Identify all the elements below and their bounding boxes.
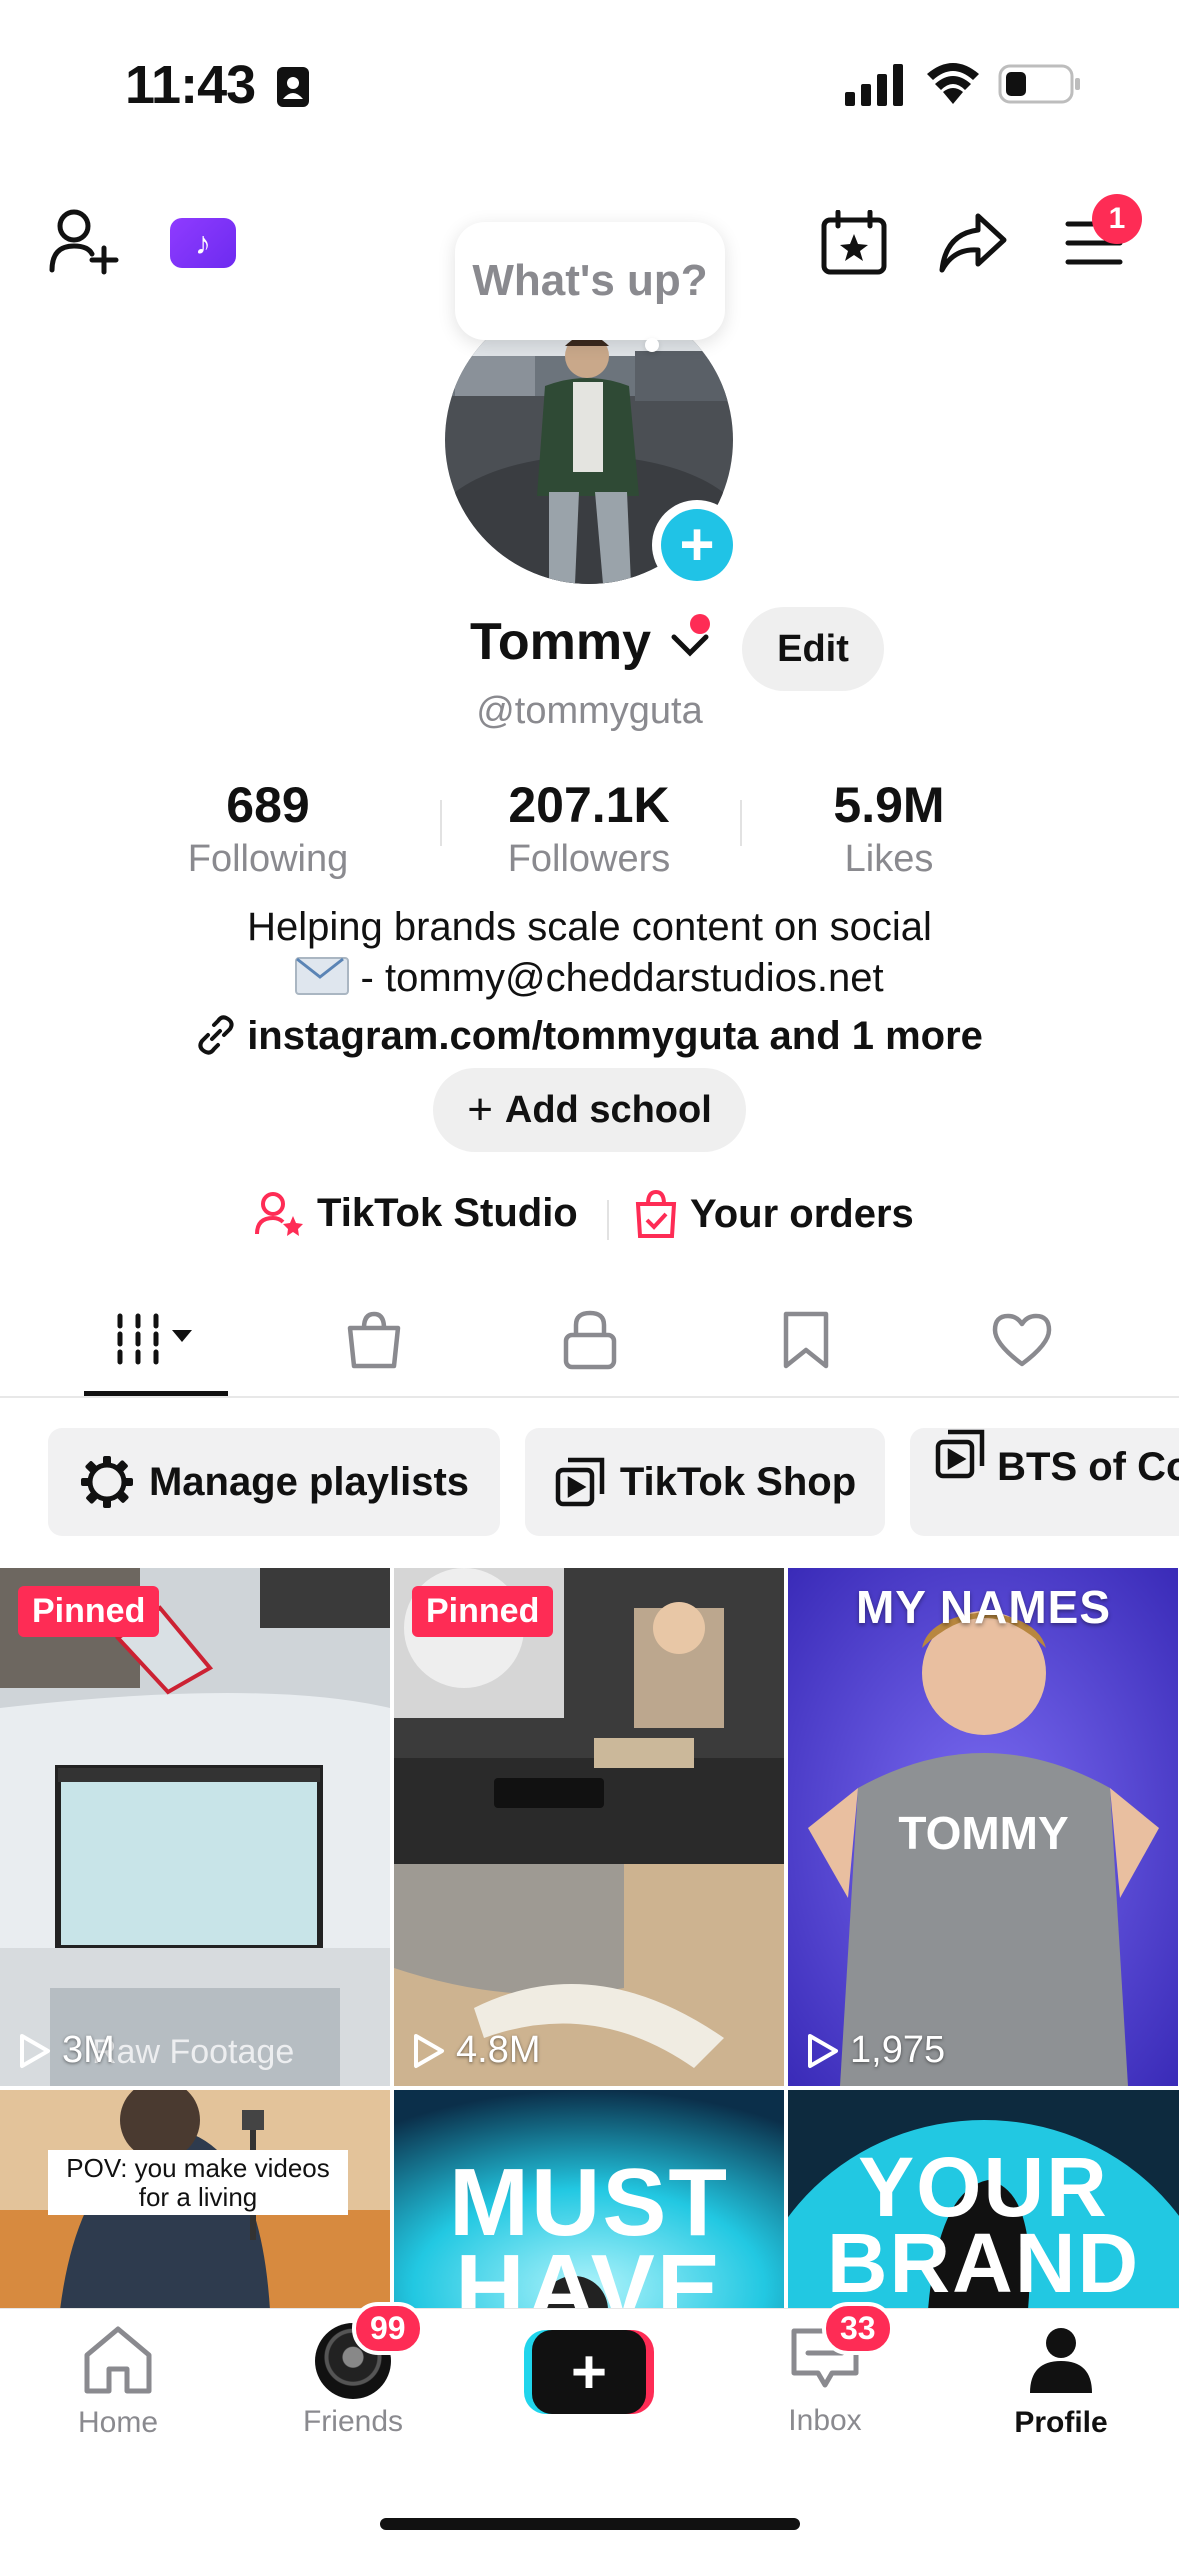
plus-icon: +	[467, 1085, 493, 1134]
contact-card-icon	[277, 67, 310, 107]
bio-email-line: - tommy@cheddarstudios.net	[0, 956, 1179, 1001]
manage-playlists-chip[interactable]: Manage playlists	[48, 1428, 500, 1536]
bubble-tail	[645, 338, 659, 352]
envelope-icon	[295, 957, 350, 995]
tab-videos[interactable]	[116, 1305, 196, 1375]
name-notification-dot	[690, 614, 710, 634]
thumbnail-shirt-text: TOMMY	[898, 1807, 1069, 1859]
profile-name[interactable]: Tommy	[470, 612, 710, 672]
tiktok-creator-badge[interactable]: ♪	[170, 218, 236, 268]
nav-profile[interactable]: Profile	[976, 2325, 1146, 2440]
stat-divider	[440, 800, 442, 846]
chevron-down-icon	[671, 634, 709, 657]
studio-icon	[255, 1192, 303, 1236]
link-icon	[198, 1015, 234, 1055]
bio-link[interactable]: instagram.com/tommyguta and 1 more	[0, 1014, 1179, 1059]
plus-icon: +	[661, 509, 733, 581]
playlist-icon	[555, 1457, 605, 1507]
friends-count-badge: 99	[352, 2302, 424, 2355]
video-thumbnail[interactable]: YOUR BRAND	[788, 2090, 1179, 2310]
stat-divider	[740, 800, 742, 846]
battery-icon	[998, 62, 1082, 111]
play-icon	[20, 2033, 50, 2068]
pinned-badge: Pinned	[18, 1586, 160, 1637]
stat-followers[interactable]: 207.1K Followers	[469, 776, 709, 881]
video-thumbnail[interactable]: MY NAMES TOMMY 1,975	[788, 1568, 1178, 2086]
tab-shop[interactable]	[334, 1305, 414, 1375]
bookmark-icon	[783, 1311, 829, 1369]
add-friend-icon[interactable]	[48, 206, 120, 281]
profile-icon	[1030, 2328, 1092, 2393]
whats-up-bubble[interactable]: What's up?	[455, 222, 725, 340]
stat-following[interactable]: 689 Following	[148, 776, 388, 881]
lock-icon	[563, 1310, 617, 1370]
calendar-star-icon[interactable]	[820, 209, 888, 281]
shopping-bag-icon	[347, 1311, 401, 1369]
thumbnail-title: MY NAMES	[855, 1581, 1112, 1633]
tab-private[interactable]	[550, 1305, 630, 1375]
your-orders-link[interactable]: Your orders	[634, 1190, 914, 1238]
thumbnail-image	[394, 1568, 784, 2086]
thumbnail-caption: POV: you make videos for a living	[48, 2150, 348, 2216]
thumbnail-title: YOUR BRAND	[826, 2140, 1141, 2310]
heart-icon	[992, 1313, 1052, 1367]
nav-home[interactable]: Home	[33, 2325, 203, 2440]
status-time: 11:43	[125, 54, 311, 116]
video-thumbnail[interactable]: MUST HAVE	[394, 2090, 784, 2310]
home-indicator	[380, 2518, 800, 2530]
username: @tommyguta	[476, 690, 703, 732]
stat-likes[interactable]: 5.9M Likes	[769, 776, 1009, 881]
video-thumbnail[interactable]: POV: you make videos for a living	[0, 2090, 390, 2310]
tab-liked[interactable]	[982, 1305, 1062, 1375]
create-button[interactable]: +	[524, 2330, 654, 2414]
row-divider	[607, 1200, 609, 1240]
video-thumbnail[interactable]: Pinned 4.8M	[394, 1568, 784, 2086]
view-count: 3M	[18, 2029, 115, 2072]
playlist-icon	[935, 1429, 985, 1479]
tiktok-studio-link[interactable]: TikTok Studio	[255, 1190, 578, 1236]
music-note-icon: ♪	[195, 224, 211, 261]
pinned-badge: Pinned	[412, 1586, 554, 1637]
thumbnail-title: MUST HAVE	[449, 2149, 729, 2310]
edit-profile-button[interactable]: Edit	[742, 607, 884, 691]
wifi-icon	[925, 60, 981, 111]
view-count: 1,975	[806, 2029, 945, 2072]
inbox-count-badge: 33	[822, 2302, 894, 2355]
playlist-chip[interactable]: BTS of Co	[910, 1428, 1179, 1536]
signal-icon	[845, 62, 907, 111]
add-story-button[interactable]: +	[652, 500, 742, 590]
menu-notification-badge: 1	[1092, 194, 1142, 244]
bio-line: Helping brands scale content on social	[247, 905, 932, 949]
gear-icon	[80, 1456, 133, 1508]
view-count: 4.8M	[412, 2029, 540, 2072]
play-icon	[414, 2033, 444, 2068]
tab-saved[interactable]	[766, 1305, 846, 1375]
play-icon	[808, 2033, 838, 2068]
video-thumbnail[interactable]: Pinned Raw Footage 3M	[0, 1568, 390, 2086]
plus-icon: +	[532, 2330, 646, 2414]
share-icon[interactable]	[938, 212, 1008, 279]
add-school-button[interactable]: + Add school	[433, 1068, 746, 1152]
home-icon	[84, 2326, 152, 2394]
video-caption: Raw Footage	[92, 2033, 295, 2071]
thumbnail-image	[0, 1568, 390, 2086]
playlist-chip[interactable]: TikTok Shop	[525, 1428, 885, 1536]
shopping-bag-check-icon	[635, 1190, 677, 1238]
grid-icon	[117, 1313, 192, 1365]
tabs-divider	[0, 1396, 1179, 1398]
